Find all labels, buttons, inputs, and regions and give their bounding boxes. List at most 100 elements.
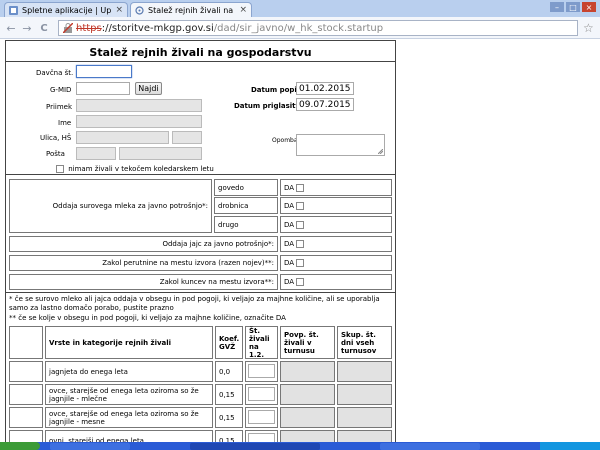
table-header-st: Št. živali na 1.2. xyxy=(245,326,278,359)
table-row-empty xyxy=(9,430,43,442)
jajca-da-checkbox[interactable] xyxy=(296,240,305,248)
st-zivali-input[interactable] xyxy=(248,433,275,442)
hisna-stevilka-field xyxy=(172,131,202,144)
oddaja-jajc-label: Oddaja jajc za javno potrošnjo*: xyxy=(9,236,278,252)
st-zivali-input[interactable] xyxy=(248,387,275,401)
table-row-povp xyxy=(280,384,335,405)
tab-stalez[interactable]: Stalež rejnih živali na gospod × xyxy=(130,2,252,17)
govedo-da-cell: DA xyxy=(280,179,392,196)
note-1: * če se surovo mleko ali jajca oddaja v … xyxy=(9,295,380,312)
resize-grip-icon[interactable] xyxy=(378,149,383,154)
url-scheme: https xyxy=(76,22,102,34)
davcna-input[interactable] xyxy=(76,65,132,78)
tab-close-icon[interactable]: × xyxy=(239,5,247,15)
minimize-icon[interactable]: – xyxy=(550,2,564,12)
st-zivali-input[interactable] xyxy=(248,410,275,424)
stalez-form: Stalež rejnih živali na gospodarstvu Dav… xyxy=(5,40,396,442)
gmid-label: G-MID xyxy=(50,86,72,94)
table-row-st-cell xyxy=(245,430,278,442)
ulica-field xyxy=(76,131,169,144)
table-row-povp xyxy=(280,361,335,382)
tab-close-icon[interactable]: × xyxy=(115,5,123,15)
page-title: Stalež rejnih živali na gospodarstvu xyxy=(6,41,395,62)
system-tray xyxy=(540,442,600,450)
st-zivali-input[interactable] xyxy=(248,364,275,378)
bookmark-star-icon[interactable]: ☆ xyxy=(583,21,594,35)
table-row-skup xyxy=(337,430,392,442)
gmid-input[interactable] xyxy=(76,82,130,95)
note-2: ** če se kolje v obsegu in pod pogoji, k… xyxy=(9,314,286,322)
posta-field xyxy=(119,147,202,160)
tab-title: Stalež rejnih živali na gospod xyxy=(148,5,235,15)
nimam-zivali-label: nimam živali v tekočem koledarskem letu xyxy=(68,165,214,173)
ime-field xyxy=(76,115,202,128)
drobnica-da-checkbox[interactable] xyxy=(296,201,305,210)
drobnica-da-cell: DA xyxy=(280,197,392,214)
table-row-koef: 0,15 xyxy=(215,430,243,442)
table-row-st-cell xyxy=(245,407,278,428)
table-row-empty xyxy=(9,407,43,428)
nimam-checkbox-row: nimam živali v tekočem koledarskem letu xyxy=(56,165,214,173)
table-row-name: ovni, starejši od enega leta xyxy=(45,430,213,442)
taskbar-item[interactable] xyxy=(50,443,130,450)
address-bar[interactable]: https ://storitve-mkgp.gov.si /dad/sir_j… xyxy=(58,20,578,36)
tab-title: Spletne aplikacije | Uprava R xyxy=(22,5,112,15)
table-row-st-cell xyxy=(245,384,278,405)
perutnina-da-cell: DA xyxy=(280,255,392,271)
kunci-da-cell: DA xyxy=(280,274,392,290)
opomba-textarea[interactable] xyxy=(296,134,385,156)
table-row-koef: 0,15 xyxy=(215,407,243,428)
table-row-koef: 0,15 xyxy=(215,384,243,405)
taskbar-item-active[interactable] xyxy=(190,443,320,450)
start-button[interactable] xyxy=(0,442,40,450)
datum-priglasitve-input[interactable]: 09.07.2015 xyxy=(296,98,354,111)
table-header-povp: Povp. št. živali v turnusu xyxy=(280,326,335,359)
table-header-empty xyxy=(9,326,43,359)
najdi-button[interactable]: Najdi xyxy=(135,82,162,95)
drugo-da-cell: DA xyxy=(280,216,392,233)
browser-tab-strip: Spletne aplikacije | Uprava R × Stalež r… xyxy=(0,0,600,17)
nimam-zivali-checkbox[interactable] xyxy=(56,165,64,173)
window-close-icon[interactable]: × xyxy=(582,2,596,12)
broken-lock-icon xyxy=(62,22,74,34)
jajca-da-cell: DA xyxy=(280,236,392,252)
table-row-koef: 0,0 xyxy=(215,361,243,382)
tab-spletne-aplikacije[interactable]: Spletne aplikacije | Uprava R × xyxy=(4,2,128,17)
govedo-da-checkbox[interactable] xyxy=(296,183,305,192)
perutnina-da-checkbox[interactable] xyxy=(296,259,305,267)
url-path: /dad/sir_javno/w_hk_stock.startup xyxy=(213,22,384,34)
page-viewport: Stalež rejnih živali na gospodarstvu Dav… xyxy=(0,40,600,442)
loading-favicon-icon xyxy=(135,5,144,15)
da-label: DA xyxy=(284,240,295,248)
postna-stevilka-field xyxy=(76,147,116,160)
zakol-kuncev-label: Zakol kuncev na mestu izvora**: xyxy=(9,274,278,290)
table-row-empty xyxy=(9,361,43,382)
table-row-name: ovce, starejše od enega leta oziroma so … xyxy=(45,384,213,405)
da-label: DA xyxy=(284,259,295,267)
govedo-label: govedo xyxy=(214,179,278,196)
priimek-label: Priimek xyxy=(46,103,73,111)
table-row-name: jagnjeta do enega leta xyxy=(45,361,213,382)
table-row-name: ovce, starejše od enega leta oziroma so … xyxy=(45,407,213,428)
reload-icon[interactable]: C xyxy=(37,21,51,35)
datum-priglasitve-label: Datum priglasitve xyxy=(234,102,305,110)
table-row-skup xyxy=(337,407,392,428)
zakol-perutnine-label: Zakol perutnine na mestu izvora (razen n… xyxy=(9,255,278,271)
forward-icon[interactable]: → xyxy=(20,21,34,35)
table-row-skup xyxy=(337,361,392,382)
table-row-st-cell xyxy=(245,361,278,382)
back-icon[interactable]: ← xyxy=(4,21,18,35)
os-taskbar xyxy=(0,442,600,450)
kunci-da-checkbox[interactable] xyxy=(296,278,305,286)
da-label: DA xyxy=(284,201,295,210)
maximize-icon[interactable]: □ xyxy=(566,2,580,12)
table-header-vrste: Vrste in kategorije rejnih živali xyxy=(45,326,213,359)
drugo-da-checkbox[interactable] xyxy=(296,220,305,229)
drobnica-label: drobnica xyxy=(214,197,278,214)
table-row-empty xyxy=(9,384,43,405)
table-row-povp xyxy=(280,430,335,442)
table-header-skup: Skup. št. dni vseh turnusov xyxy=(337,326,392,359)
taskbar-item[interactable] xyxy=(380,443,480,450)
ime-label: Ime xyxy=(58,119,72,127)
datum-popisa-input[interactable]: 01.02.2015 xyxy=(296,82,354,95)
